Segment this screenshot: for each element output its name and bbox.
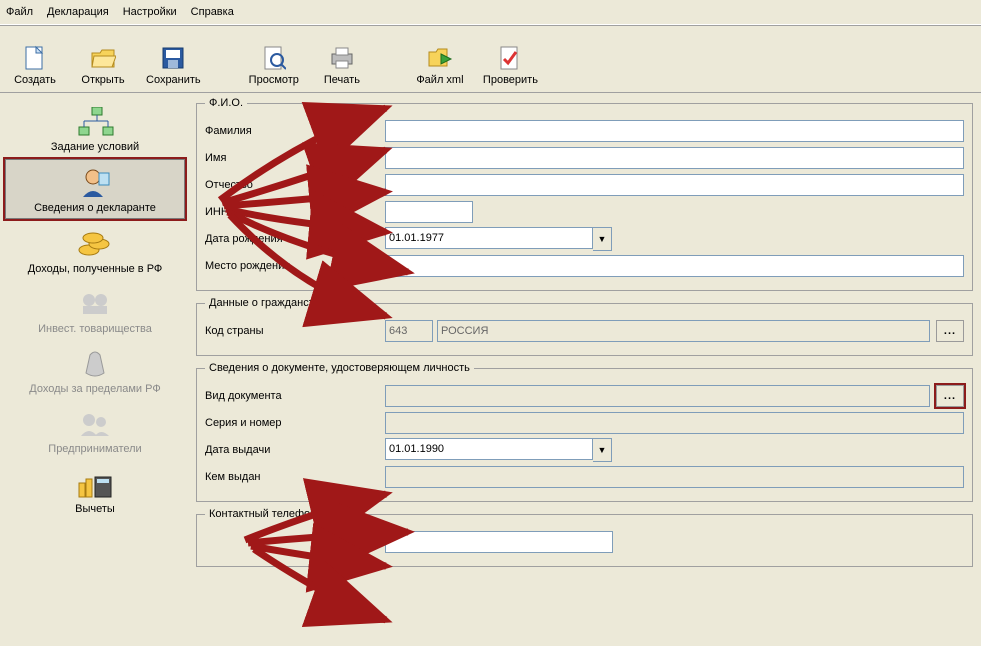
tb-print[interactable]: Печать — [317, 44, 367, 86]
doc-type-browse-button[interactable]: ... — [936, 385, 964, 407]
phone-input[interactable] — [385, 531, 613, 553]
dob-label: Дата рождения — [205, 233, 385, 245]
person-icon — [8, 166, 182, 200]
inn-label: ИНН — [205, 206, 385, 218]
patronymic-input[interactable] — [385, 174, 964, 196]
doc-issuer-input[interactable] — [385, 466, 964, 488]
side-income-abroad: Доходы за пределами РФ — [3, 341, 187, 399]
doc-serial-label: Серия и номер — [205, 417, 385, 429]
pob-input[interactable] — [385, 255, 964, 277]
side-invest: Инвест. товарищества — [3, 281, 187, 339]
surname-input[interactable] — [385, 120, 964, 142]
menu-bar: Файл Декларация Настройки Справка — [0, 0, 981, 25]
doc-type-input — [385, 385, 930, 407]
side-conditions[interactable]: Задание условий — [3, 99, 187, 157]
menu-settings[interactable]: Настройки — [123, 6, 177, 18]
calculator-icon — [5, 467, 185, 501]
document-group: Сведения о документе, удостоверяющем лич… — [196, 362, 973, 502]
doc-serial-input[interactable] — [385, 412, 964, 434]
export-xml-icon — [426, 44, 454, 72]
tb-save[interactable]: Сохранить — [146, 44, 201, 86]
check-icon — [496, 44, 524, 72]
name-input[interactable] — [385, 147, 964, 169]
toolbar: Создать Открыть Сохранить Просмотр Печат… — [0, 25, 981, 93]
doc-date-dropdown-button[interactable]: ▼ — [593, 438, 612, 462]
printer-icon — [328, 44, 356, 72]
patronymic-label: Отчество — [205, 179, 385, 191]
save-disk-icon — [159, 44, 187, 72]
citizenship-group: Данные о гражданстве Код страны ... — [196, 297, 973, 356]
menu-file[interactable]: Файл — [6, 6, 33, 18]
form-area: Ф.И.О. Фамилия Имя Отчество ИНН Дата рож… — [190, 93, 981, 646]
handshake-icon — [5, 287, 185, 321]
money-bag-icon — [5, 347, 185, 381]
country-name-input — [437, 320, 930, 342]
country-browse-button[interactable]: ... — [936, 320, 964, 342]
tb-preview[interactable]: Просмотр — [249, 44, 299, 86]
side-deductions[interactable]: Вычеты — [3, 461, 187, 519]
tb-file-xml[interactable]: Файл xml — [415, 44, 465, 86]
sidebar: Задание условий Сведения о декларанте До… — [0, 93, 190, 646]
pob-label: Место рождения — [205, 260, 385, 272]
dob-input[interactable] — [385, 227, 593, 249]
side-declarant[interactable]: Сведения о декларанте — [5, 159, 185, 219]
fio-group: Ф.И.О. Фамилия Имя Отчество ИНН Дата рож… — [196, 97, 973, 291]
coins-icon — [5, 227, 185, 261]
new-file-icon — [21, 44, 49, 72]
side-income-rf[interactable]: Доходы, полученные в РФ — [3, 221, 187, 279]
tb-check[interactable]: Проверить — [483, 44, 538, 86]
surname-label: Фамилия — [205, 125, 385, 137]
preview-icon — [260, 44, 288, 72]
inn-input[interactable] — [385, 201, 473, 223]
doc-type-label: Вид документа — [205, 390, 385, 402]
doc-date-label: Дата выдачи — [205, 444, 385, 456]
doc-date-input[interactable] — [385, 438, 593, 460]
country-code-label: Код страны — [205, 325, 385, 337]
open-folder-icon — [89, 44, 117, 72]
menu-declaration[interactable]: Декларация — [47, 6, 109, 18]
side-entrepreneurs: Предприниматели — [3, 401, 187, 459]
name-label: Имя — [205, 152, 385, 164]
doc-issuer-label: Кем выдан — [205, 471, 385, 483]
menu-help[interactable]: Справка — [191, 6, 234, 18]
dob-dropdown-button[interactable]: ▼ — [593, 227, 612, 251]
tb-create[interactable]: Создать — [10, 44, 60, 86]
team-icon — [5, 407, 185, 441]
country-code-input — [385, 320, 433, 342]
tb-open[interactable]: Открыть — [78, 44, 128, 86]
tree-icon — [5, 105, 185, 139]
phone-group: Контактный телефон — [196, 508, 973, 567]
